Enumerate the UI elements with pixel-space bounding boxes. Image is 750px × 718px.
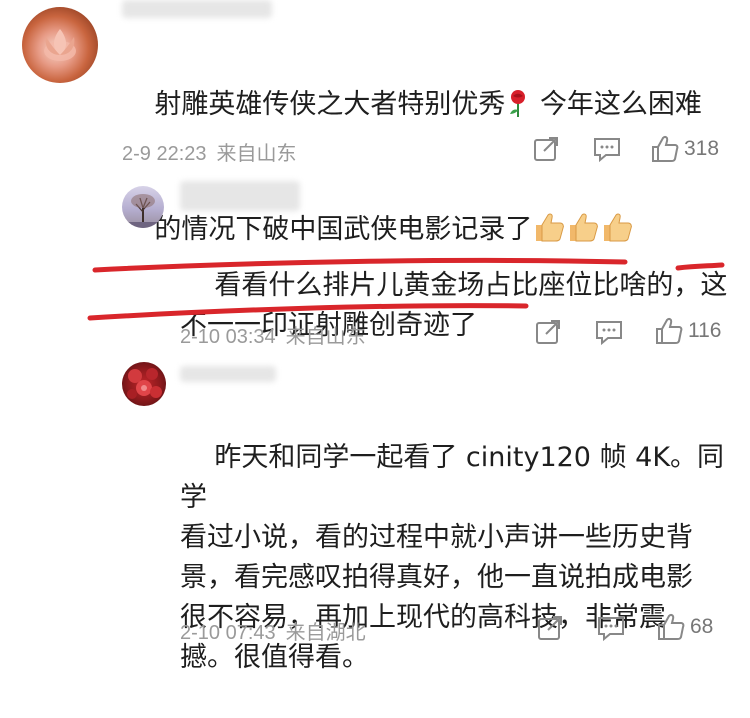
username-redacted[interactable] [122,0,272,18]
comment-meta: 2-10 03:34 来自山东 [180,320,366,349]
username-redacted[interactable] [180,366,276,382]
comment-text-line: 撼。很值得看。 [180,642,369,673]
share-button[interactable] [536,614,564,642]
thumbs-up-icon [658,614,685,640]
like-count: 318 [684,137,720,160]
comment-icon [594,138,620,163]
red-flowers-avatar-icon [127,368,162,399]
thumbs-up-icon [656,318,683,344]
timestamp: 2-10 03:34 [180,326,276,348]
location: 来自山东 [216,143,297,165]
share-button[interactable] [534,318,562,346]
like-button[interactable]: 318 [650,134,719,164]
tree-avatar-icon [122,194,164,228]
location: 来自山东 [285,326,366,348]
comment-meta: 2-10 07:43 来自湖北 [180,616,366,645]
comment-icon [598,617,624,642]
user-avatar[interactable] [122,186,164,228]
comment-text: 昨天和同学一起看了 cinity120 帧 4K。同学看过小说，看的过程中就小声… [180,398,740,718]
reply-button[interactable] [594,318,624,346]
share-button[interactable] [532,135,560,163]
location: 来自湖北 [285,622,366,644]
like-button[interactable]: 116 [654,316,721,346]
share-icon [538,616,562,640]
comment-text-line: 昨天和同学一起看了 cinity120 帧 4K。同学 [180,442,725,513]
comment-text-segment: 射雕英雄传侠之大者特别优秀 [154,89,506,120]
like-count: 68 [690,615,714,638]
reply-button[interactable] [596,614,626,642]
like-count: 116 [688,319,722,342]
comment-text-line: 看看什么排片儿黄金场占比座位比啥的，这 [214,270,728,301]
timestamp: 2-9 22:23 [122,143,207,165]
like-button[interactable]: 68 [656,612,713,642]
lotus-avatar-icon [44,29,76,61]
comment-text-line: 景，看完感叹拍得真好，他一直说拍成电影 [180,562,693,593]
comment-icon [596,321,622,346]
comment-meta: 2-9 22:23 来自山东 [122,137,297,166]
share-icon [534,137,558,161]
user-avatar[interactable] [22,7,98,83]
comment-text: 看看什么排片儿黄金场占比座位比啥的，这 不一一印证射雕创奇迹了 [180,226,740,386]
reply-button[interactable] [592,135,622,163]
thumbs-up-icon [652,136,679,162]
comment-text-segment: 今年这么困难 [539,89,702,120]
user-avatar[interactable] [122,362,166,406]
comment-text-line: 看过小说，看的过程中就小声讲一些历史背 [180,522,693,553]
share-icon [536,320,560,344]
rose-emoji-icon [505,88,531,130]
username-redacted[interactable] [180,181,300,211]
timestamp: 2-10 07:43 [180,622,276,644]
